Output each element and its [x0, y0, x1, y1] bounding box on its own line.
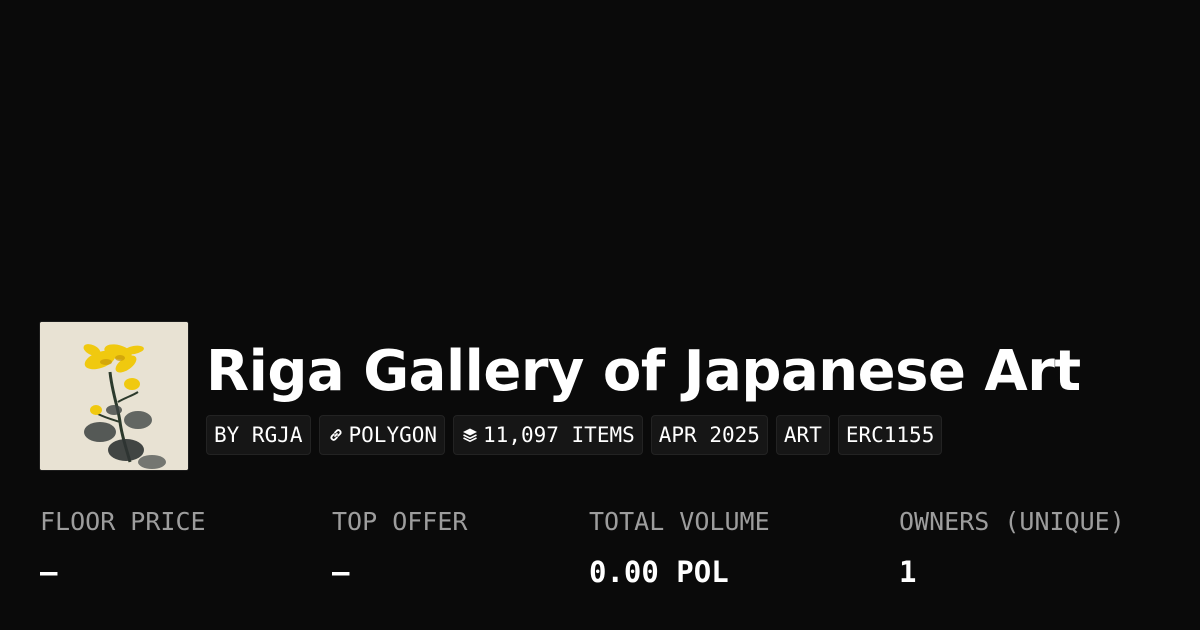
- total-volume-value: 0.00 POL: [589, 555, 729, 589]
- date-tag: APR 2025: [650, 415, 768, 455]
- layers-icon: [461, 426, 479, 444]
- total-volume-label: TOTAL VOLUME: [589, 507, 770, 536]
- collection-title: Riga Gallery of Japanese Art: [206, 339, 1081, 404]
- owners-stat: OWNERS (UNIQUE) 1: [899, 505, 1125, 589]
- floor-price-value: –: [40, 555, 58, 589]
- total-volume-stat: TOTAL VOLUME 0.00 POL: [589, 505, 770, 589]
- top-offer-label: TOP OFFER: [332, 507, 468, 536]
- category-tag-label: ART: [783, 423, 822, 447]
- floor-price-label: FLOOR PRICE: [40, 507, 206, 536]
- items-tag-label: 11,097 ITEMS: [483, 423, 635, 447]
- collection-tags: BY RGJA POLYGON 11,097 ITEMS APR 2025 AR…: [206, 415, 943, 455]
- collection-thumbnail: [40, 322, 188, 470]
- standard-tag: ERC1155: [837, 415, 943, 455]
- standard-tag-label: ERC1155: [845, 423, 935, 447]
- items-tag[interactable]: 11,097 ITEMS: [453, 415, 643, 455]
- floor-price-stat: FLOOR PRICE –: [40, 505, 206, 589]
- chain-tag[interactable]: POLYGON: [318, 415, 446, 455]
- link-icon: [327, 426, 345, 444]
- chain-tag-label: POLYGON: [348, 423, 438, 447]
- creator-tag-label: BY RGJA: [214, 423, 303, 447]
- top-offer-value: –: [332, 555, 350, 589]
- owners-value: 1: [899, 555, 917, 589]
- collection-share-card: Riga Gallery of Japanese Art BY RGJA POL…: [0, 0, 1200, 630]
- chrysanthemum-painting-image: [40, 322, 188, 470]
- date-tag-label: APR 2025: [658, 423, 760, 447]
- top-offer-stat: TOP OFFER –: [332, 505, 467, 589]
- owners-label: OWNERS (UNIQUE): [899, 507, 1125, 536]
- category-tag[interactable]: ART: [775, 415, 830, 455]
- creator-tag[interactable]: BY RGJA: [206, 415, 311, 455]
